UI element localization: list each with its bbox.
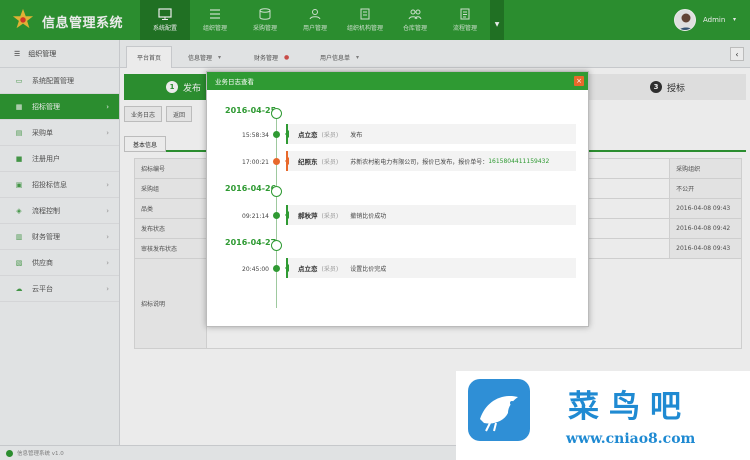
timeline-date: 2016-04-26 — [225, 184, 277, 193]
log-time: 09:21:14 — [242, 213, 269, 220]
timeline-node-icon — [271, 240, 282, 251]
timeline-dot-icon — [273, 265, 280, 272]
timeline-line — [276, 114, 277, 308]
bird-icon — [480, 395, 518, 432]
business-log-modal: 业务日志查看 × 2016-04-25 15:58:34 点立恋 (采员) 发布… — [206, 71, 589, 327]
close-icon[interactable]: × — [574, 76, 584, 86]
quote-number-link[interactable]: 1615804411159432 — [488, 158, 549, 165]
log-entry: 点立恋 (采员) 发布 — [285, 124, 576, 144]
banner-url: www.cniao8.com — [566, 431, 696, 447]
timeline-dot-icon — [273, 131, 280, 138]
log-time: 15:58:34 — [242, 132, 269, 139]
modal-title: 业务日志查看 — [207, 72, 588, 90]
log-entry: 郝秋萍 (采员) 撤销比价成功 — [285, 205, 576, 225]
timeline-node-icon — [271, 108, 282, 119]
log-time: 20:45:00 — [242, 266, 269, 273]
timeline-dot-icon — [273, 158, 280, 165]
log-entry: 点立恋 (采员) 设置比价完成 — [285, 258, 576, 278]
timeline-node-icon — [271, 186, 282, 197]
log-time: 17:00:21 — [242, 159, 269, 166]
log-entry: 纪照东 (采员) 苏新农村能电力有限公司，报价已发布，报价单号： 1615804… — [285, 151, 576, 171]
watermark-banner: 菜鸟吧 www.cniao8.com — [456, 371, 750, 460]
banner-title: 菜鸟吧 — [568, 389, 691, 425]
timeline-dot-icon — [273, 212, 280, 219]
timeline-date: 2016-04-27 — [225, 238, 277, 247]
bird-logo-icon — [468, 379, 530, 441]
timeline-date: 2016-04-25 — [225, 106, 277, 115]
